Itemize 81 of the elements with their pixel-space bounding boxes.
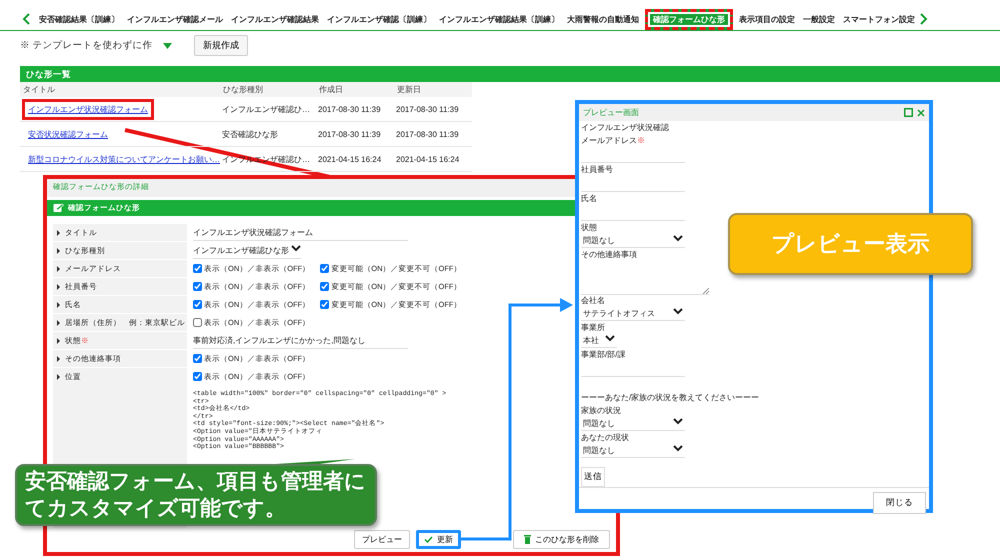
column-header: 作成日 (316, 82, 394, 97)
chevron-left-icon[interactable] (22, 13, 31, 25)
resize-grip-icon (703, 288, 709, 294)
tab[interactable]: 一般設定 (799, 10, 839, 28)
checkbox[interactable] (320, 300, 330, 309)
table-cell: 2017-08-30 11:39 (394, 97, 472, 122)
tab[interactable]: インフルエンザ確認メール (123, 10, 227, 28)
field-label: あなたの現状 (581, 432, 630, 443)
triangle-icon (57, 266, 60, 272)
caret-icon (162, 42, 172, 48)
maximize-icon[interactable] (904, 108, 913, 117)
field-label: 状態 (581, 222, 598, 233)
preview-button[interactable]: プレビュー (354, 530, 410, 549)
field-label: その他連絡事項 (581, 249, 638, 260)
table-cell: 2017-08-30 11:39 (316, 122, 394, 147)
tab[interactable]: 大雨警報の自動通知 (563, 10, 643, 28)
checkbox[interactable] (193, 354, 202, 363)
text-field[interactable]: 事前対応済,インフルエンザにかかった,問題なし (193, 332, 408, 348)
table-cell: 2017-08-30 11:39 (316, 97, 394, 122)
dropdown[interactable]: サテライトオフィス (581, 306, 685, 321)
column-header: ひな形種別 (220, 82, 316, 97)
text-field[interactable]: インフルエンザ状況確認フォーム (193, 224, 408, 240)
column-header: タイトル (20, 82, 220, 97)
tab[interactable]: インフルエンザ確認〔訓練〕 (323, 10, 435, 28)
title-link[interactable]: インフルエンザ状況確認フォーム (22, 98, 154, 120)
dropdown[interactable]: 問題なし (581, 443, 685, 458)
field-label: メールアドレス※ (581, 135, 646, 146)
dialog-title: プレビュー画面 (583, 107, 640, 118)
table-cell: 2021-04-15 16:24 (316, 147, 394, 172)
triangle-icon (57, 356, 60, 362)
update-button[interactable]: 更新 (416, 530, 461, 549)
tab[interactable]: インフルエンザ確認結果 (227, 10, 323, 28)
field-label: 家族の状況 (581, 405, 622, 416)
checkbox[interactable] (193, 264, 202, 273)
field-label: 事業部/部/課 (581, 349, 626, 360)
callout-text: 安否確認フォーム、項目も管理者にてカスタマイズ可能です。 (25, 468, 367, 522)
template-dropdown[interactable]: ※ テンプレートを使わずに作 (20, 39, 180, 52)
checkbox[interactable] (320, 264, 330, 273)
callout-text: プレビュー表示 (772, 230, 930, 258)
checkbox[interactable] (193, 318, 202, 327)
dropdown[interactable]: 本社 (581, 333, 617, 348)
tab[interactable]: 安否確認結果〔訓練〕 (35, 10, 123, 28)
checkbox[interactable] (193, 372, 202, 381)
close-icon[interactable] (917, 108, 925, 116)
dropdown[interactable]: インフルエンザ確認ひな形 (193, 242, 301, 259)
triangle-icon (57, 284, 60, 290)
tab[interactable]: 表示項目の設定 (735, 10, 799, 28)
triangle-icon (57, 302, 60, 308)
dropdown[interactable]: 問題なし (581, 416, 685, 431)
triangle-icon (57, 230, 60, 236)
tab[interactable]: インフルエンザ確認結果〔訓練〕 (435, 10, 563, 28)
close-button[interactable]: 閉じる (873, 492, 926, 514)
table-cell: インフルエンザ確認ひ… (220, 97, 316, 122)
column-header: 更新日 (394, 82, 472, 97)
triangle-icon (57, 374, 60, 380)
title-link[interactable]: 安否状況確認フォーム (22, 124, 114, 144)
checkbox[interactable] (320, 282, 330, 291)
table-cell: 2017-08-30 11:39 (394, 122, 472, 147)
tab[interactable]: スマートフォン設定 (839, 10, 919, 28)
form-heading: インフルエンザ状況確認 (581, 122, 670, 133)
field-label: 会社名 (581, 295, 606, 306)
triangle-icon (57, 320, 60, 326)
checkbox[interactable] (193, 282, 202, 291)
field-label: 社員番号 (581, 164, 614, 175)
chevron-right-icon[interactable] (919, 13, 928, 25)
field-label: 事業所 (581, 322, 606, 333)
dropdown[interactable]: 問題なし (581, 233, 685, 248)
table-cell: 安否確認ひな形 (220, 122, 316, 147)
section-header: ひな形一覧 (20, 66, 1000, 82)
triangle-icon (57, 338, 60, 344)
check-icon (424, 536, 433, 543)
triangle-icon (57, 248, 60, 254)
checkbox[interactable] (193, 300, 202, 309)
table-cell: 2021-04-15 16:24 (394, 147, 472, 172)
trash-icon (524, 535, 531, 544)
title-link[interactable]: 新型コロナウイルス対策についてアンケートお願い… (22, 148, 220, 170)
form-heading: ーーーあなた/家族の状況を教えてくださいーーー (581, 392, 760, 403)
delete-button[interactable]: このひな形を削除 (513, 530, 610, 549)
submit-button[interactable]: 送信 (581, 467, 605, 487)
edit-icon (53, 203, 64, 213)
new-button[interactable]: 新規作成 (194, 35, 248, 56)
